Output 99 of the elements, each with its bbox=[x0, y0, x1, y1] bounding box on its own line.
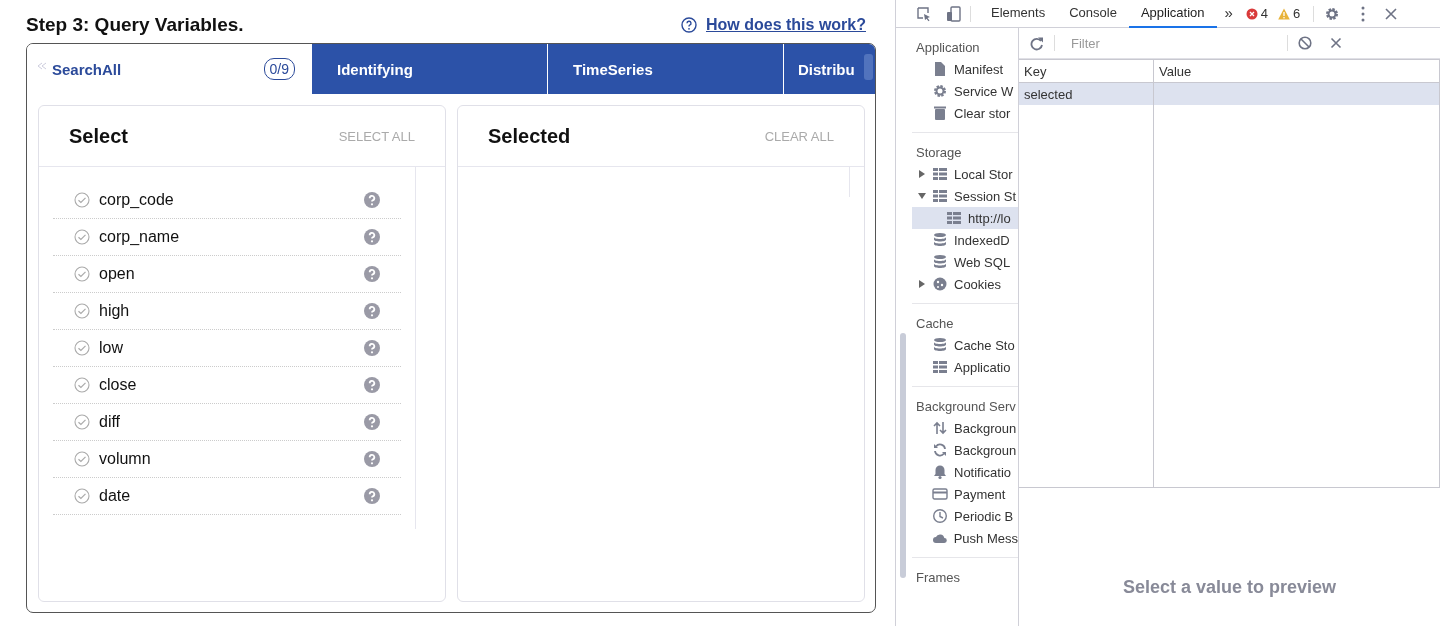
clock-icon bbox=[932, 508, 948, 524]
sidebar-item[interactable]: Service W bbox=[912, 80, 1018, 102]
help-link[interactable]: How does this work? bbox=[706, 16, 866, 34]
sidebar-item[interactable]: Push Mess bbox=[912, 527, 1018, 549]
panel-title: Selected bbox=[488, 124, 571, 148]
variable-name: volumn bbox=[99, 450, 152, 468]
count-badge: 0/9 bbox=[263, 58, 295, 80]
check-circle-icon[interactable] bbox=[74, 229, 90, 245]
check-circle-icon[interactable] bbox=[74, 414, 90, 430]
more-tabs-button[interactable]: » bbox=[1216, 0, 1241, 28]
warning-count: 6 bbox=[1293, 6, 1301, 21]
collapsed-arrow-icon[interactable] bbox=[918, 170, 926, 178]
collapsed-arrow-icon[interactable] bbox=[918, 280, 926, 288]
help-icon bbox=[364, 488, 380, 504]
settings-icon[interactable] bbox=[1324, 5, 1341, 22]
sidebar-item[interactable]: Local Stor bbox=[912, 163, 1018, 185]
key-cell: selected bbox=[1019, 82, 1154, 105]
sidebar-heading: Cache bbox=[915, 315, 955, 333]
sidebar-heading: Storage bbox=[915, 144, 963, 162]
sidebar-heading: Frames bbox=[915, 569, 962, 587]
sidebar-item[interactable]: Backgroun bbox=[912, 417, 1018, 439]
trash-icon bbox=[932, 105, 948, 121]
sidebar-heading: Background Serv bbox=[915, 398, 1017, 416]
database-icon bbox=[932, 232, 948, 248]
sidebar-item[interactable]: Applicatio bbox=[912, 356, 1018, 378]
table-icon bbox=[932, 359, 948, 375]
variable-name: diff bbox=[99, 413, 122, 431]
expanded-arrow-icon[interactable] bbox=[918, 192, 926, 200]
error-count: 4 bbox=[1260, 6, 1269, 21]
refresh-icon[interactable] bbox=[1029, 35, 1044, 51]
sidebar-item[interactable]: Cookies bbox=[912, 273, 1018, 295]
help-icon bbox=[364, 414, 380, 430]
category-tab[interactable]: TimeSeries bbox=[547, 44, 783, 94]
sidebar-item[interactable]: Cache Sto bbox=[912, 334, 1018, 356]
help-icon bbox=[364, 377, 380, 393]
column-header: Value bbox=[1153, 59, 1440, 83]
devtools-tab[interactable]: Application bbox=[1128, 0, 1217, 28]
card-icon bbox=[932, 486, 948, 502]
variable-name: close bbox=[99, 376, 138, 394]
variable-name: date bbox=[99, 487, 132, 505]
sidebar-item[interactable]: Payment bbox=[912, 483, 1018, 505]
check-circle-icon[interactable] bbox=[74, 377, 90, 393]
variable-name: corp_code bbox=[99, 191, 175, 209]
sidebar-item[interactable]: Backgroun bbox=[912, 439, 1018, 461]
file-icon bbox=[932, 61, 948, 77]
scroll-right-button[interactable] bbox=[864, 54, 873, 80]
table-icon bbox=[946, 210, 962, 226]
check-circle-icon[interactable] bbox=[74, 488, 90, 504]
help-icon bbox=[364, 266, 380, 282]
empty-preview-message: Select a value to preview bbox=[1122, 577, 1337, 598]
block-icon[interactable] bbox=[1298, 36, 1312, 50]
close-icon[interactable] bbox=[1384, 6, 1399, 21]
sidebar-item[interactable]: Periodic B bbox=[912, 505, 1018, 527]
column-header: Key bbox=[1019, 59, 1154, 83]
chevron-left-icon bbox=[37, 62, 47, 70]
sidebar-item[interactable]: Session St bbox=[912, 185, 1018, 207]
help-icon bbox=[681, 17, 697, 33]
sidebar-item[interactable]: Notificatio bbox=[912, 461, 1018, 483]
help-icon bbox=[364, 340, 380, 356]
error-icon bbox=[1245, 7, 1258, 20]
check-circle-icon[interactable] bbox=[74, 451, 90, 467]
check-circle-icon[interactable] bbox=[74, 340, 90, 356]
sidebar-item[interactable]: http://lo bbox=[912, 207, 1018, 229]
devtools-tab[interactable]: Console bbox=[1057, 0, 1129, 28]
device-icon bbox=[946, 5, 962, 22]
help-icon bbox=[364, 229, 380, 245]
check-circle-icon[interactable] bbox=[74, 266, 90, 282]
delete-icon[interactable] bbox=[1330, 37, 1342, 49]
devtools-tab[interactable]: Elements bbox=[979, 0, 1058, 28]
bell-icon bbox=[932, 464, 948, 480]
gear-icon bbox=[932, 83, 948, 99]
section-title: Step 3: Query Variables. bbox=[26, 14, 244, 36]
table-icon bbox=[932, 188, 948, 204]
sidebar-item[interactable]: Manifest bbox=[912, 58, 1018, 80]
help-icon bbox=[364, 192, 380, 208]
database-icon bbox=[932, 254, 948, 270]
sidebar-heading: Application bbox=[915, 39, 981, 57]
variable-name: corp_name bbox=[99, 228, 181, 246]
check-circle-icon[interactable] bbox=[74, 192, 90, 208]
check-circle-icon[interactable] bbox=[74, 303, 90, 319]
cookie-icon bbox=[932, 276, 948, 292]
panel-title: Select bbox=[69, 124, 128, 148]
category-tab[interactable]: Identifying bbox=[311, 44, 547, 94]
sidebar-item[interactable]: Web SQL bbox=[912, 251, 1018, 273]
variable-name: high bbox=[99, 302, 131, 320]
sidebar-item[interactable]: Clear stor bbox=[912, 102, 1018, 124]
warning-icon bbox=[1278, 7, 1291, 20]
variable-name: low bbox=[99, 339, 124, 357]
database-icon bbox=[932, 337, 948, 353]
help-icon bbox=[364, 451, 380, 467]
inspect-icon bbox=[916, 5, 932, 22]
help-icon bbox=[364, 303, 380, 319]
variable-name: open bbox=[99, 265, 136, 283]
table-icon bbox=[932, 166, 948, 182]
sync-icon bbox=[932, 442, 948, 458]
more-options-icon[interactable] bbox=[1360, 5, 1367, 22]
category-tab[interactable]: Distribu bbox=[783, 44, 875, 94]
sidebar-item[interactable]: IndexedD bbox=[912, 229, 1018, 251]
up-down-arrows-icon bbox=[932, 420, 948, 436]
